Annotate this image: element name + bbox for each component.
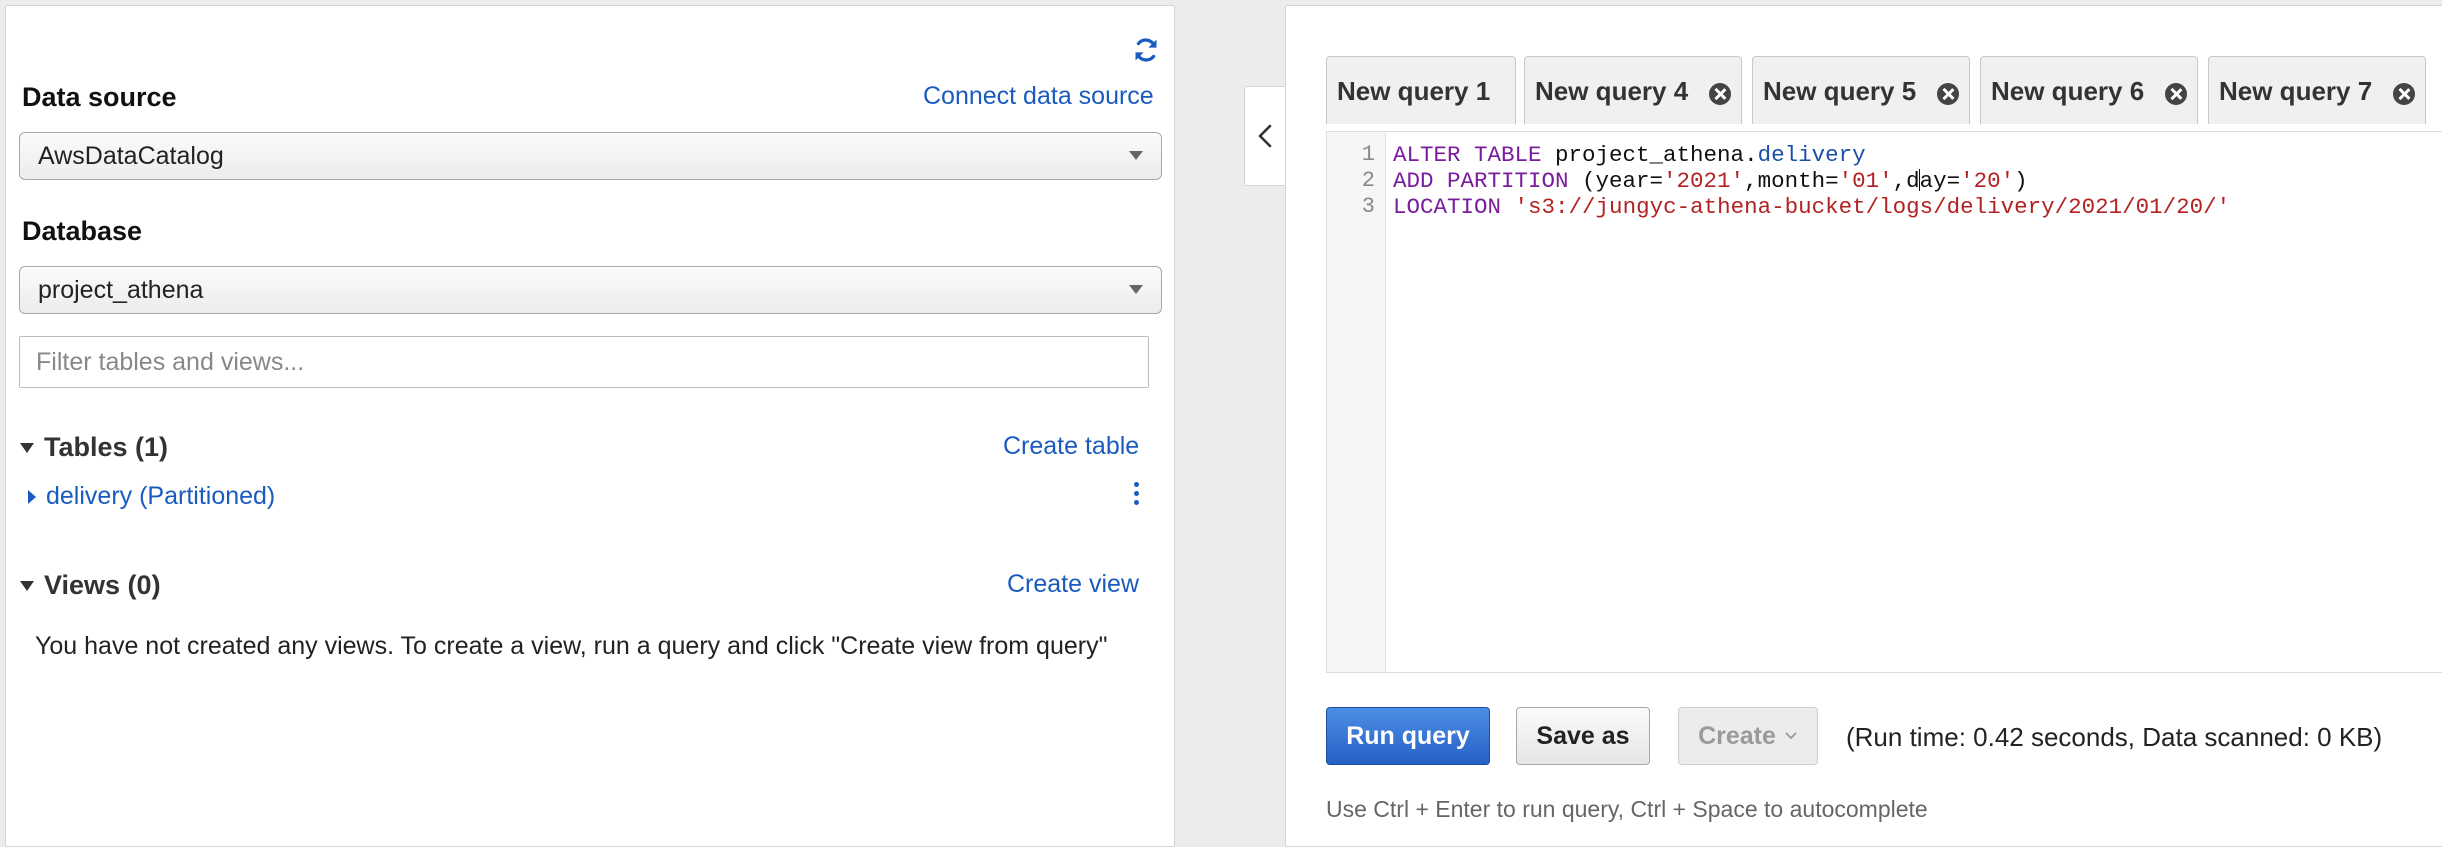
run-status-text: (Run time: 0.42 seconds, Data scanned: 0… [1846, 722, 2383, 752]
line-number: 1 [1361, 142, 1375, 167]
data-source-label: Data source [22, 82, 177, 112]
code-token: ADD PARTITION [1393, 168, 1569, 194]
database-select[interactable]: project_athena [19, 266, 1162, 314]
code-token: LOCATION [1393, 194, 1502, 220]
table-item-delivery[interactable]: delivery (Partitioned) [28, 482, 275, 511]
data-source-value: AwsDataCatalog [38, 142, 224, 170]
editor-gutter: 1 2 3 [1327, 132, 1386, 672]
code-line[interactable]: ADD PARTITION (year='2021',month='01',da… [1393, 168, 2028, 194]
code-token: (year= [1568, 168, 1664, 194]
filter-tables-input[interactable] [19, 336, 1149, 388]
query-panel: New query 1 New query 4 New query 5 New … [1285, 5, 2442, 847]
code-line[interactable]: LOCATION 's3://jungyc-athena-bucket/logs… [1393, 194, 2230, 220]
database-label: Database [22, 216, 143, 246]
code-token: '01' [1838, 168, 1893, 194]
code-token: ) [2014, 168, 2028, 194]
create-dropdown-button[interactable]: Create [1678, 707, 1818, 765]
tables-header-label: Tables (1) [44, 432, 169, 462]
code-token: ,d [1892, 168, 1920, 194]
caret-down-icon [20, 580, 34, 591]
code-token: ay= [1919, 168, 1961, 194]
caret-down-icon [20, 442, 34, 453]
line-number: 2 [1361, 168, 1375, 193]
table-item-label: delivery (Partitioned) [46, 482, 276, 510]
caret-right-icon [28, 489, 36, 504]
chevron-left-icon [1258, 124, 1272, 148]
tab-label: New query 6 [1991, 76, 2145, 106]
close-icon[interactable] [1709, 83, 1731, 105]
views-section-header[interactable]: Views (0) [20, 570, 161, 601]
chevron-down-icon [1785, 732, 1797, 740]
create-label: Create [1698, 721, 1776, 750]
code-token: '2021' [1663, 168, 1745, 194]
code-line[interactable]: ALTER TABLE project_athena.delivery [1393, 142, 1866, 168]
tab-label: New query 1 [1337, 76, 1491, 106]
tab-new-query-4[interactable]: New query 4 [1524, 56, 1742, 124]
tab-new-query-5[interactable]: New query 5 [1752, 56, 1970, 124]
sql-editor[interactable]: 1 2 3 ALTER TABLE project_athena.deliver… [1326, 131, 2442, 673]
save-as-button[interactable]: Save as [1516, 707, 1650, 765]
keyboard-hint: Use Ctrl + Enter to run query, Ctrl + Sp… [1326, 796, 1928, 822]
collapse-panel-button[interactable] [1244, 86, 1287, 186]
tab-new-query-7[interactable]: New query 7 [2208, 56, 2426, 124]
line-number: 3 [1361, 194, 1375, 219]
views-header-label: Views (0) [44, 570, 161, 600]
close-icon[interactable] [1937, 83, 1959, 105]
data-source-select[interactable]: AwsDataCatalog [19, 132, 1162, 180]
left-panel: Data source Connect data source AwsDataC… [5, 5, 1175, 847]
database-value: project_athena [38, 276, 204, 304]
tab-label: New query 5 [1763, 76, 1917, 106]
close-icon[interactable] [2165, 83, 2187, 105]
code-token: ,month= [1744, 168, 1839, 194]
connect-data-source-link[interactable]: Connect data source [923, 82, 1154, 111]
chevron-down-icon [1129, 151, 1143, 160]
views-empty-message: You have not created any views. To creat… [35, 632, 1108, 660]
code-token: 's3://jungyc-athena-bucket/logs/delivery… [1514, 194, 2231, 220]
chevron-down-icon [1129, 285, 1143, 294]
run-query-button[interactable]: Run query [1326, 707, 1490, 765]
more-options-icon[interactable] [1130, 482, 1142, 508]
tab-label: New query 4 [1535, 76, 1689, 106]
code-token: ALTER TABLE [1393, 142, 1542, 168]
tab-new-query-1[interactable]: New query 1 [1326, 56, 1516, 124]
code-token: project_athena. [1541, 142, 1758, 168]
create-view-link[interactable]: Create view [1007, 570, 1139, 599]
tab-new-query-6[interactable]: New query 6 [1980, 56, 2198, 124]
tables-section-header[interactable]: Tables (1) [20, 432, 168, 463]
close-icon[interactable] [2393, 83, 2415, 105]
code-token: delivery [1757, 142, 1866, 168]
create-table-link[interactable]: Create table [1003, 432, 1139, 461]
code-token: '20' [1960, 168, 2015, 194]
tab-label: New query 7 [2219, 76, 2373, 106]
refresh-icon[interactable] [1132, 36, 1160, 64]
